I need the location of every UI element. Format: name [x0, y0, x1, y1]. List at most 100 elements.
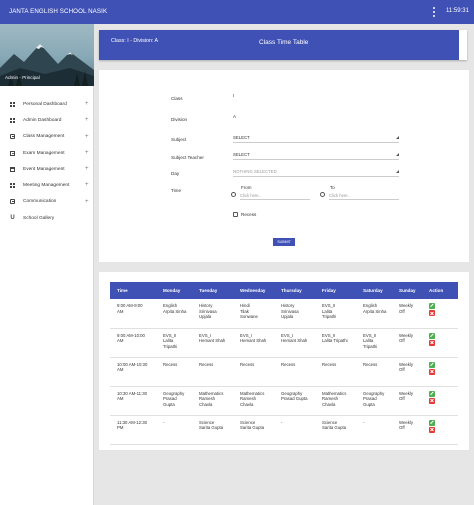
- cell-text: Off: [399, 308, 405, 314]
- cell-text: AM: [117, 308, 124, 314]
- day-select[interactable]: NOTHING SELECTED: [233, 169, 399, 177]
- expand-plus-icon[interactable]: +: [85, 182, 89, 188]
- cell-time: 11:30 AM-12:30 PM: [110, 415, 156, 445]
- class-value: I: [233, 93, 235, 98]
- cell-saturday: -: [356, 415, 392, 445]
- cell-text: Hemant Shah: [240, 338, 267, 344]
- exam-icon: [10, 150, 15, 156]
- cell-sunday: Weekly Off: [392, 386, 422, 416]
- cell-text: Tripathi: [322, 314, 337, 320]
- cell-saturday: English Arpita Sinha: [356, 299, 392, 329]
- more-vert-icon[interactable]: [432, 7, 436, 17]
- cell-wednesday: Recess: [233, 357, 274, 387]
- class-icon: [10, 134, 15, 140]
- cell-text: Off: [399, 425, 405, 431]
- top-app-bar: JANTA ENGLISH SCHOOL NASIK 11:59:31: [0, 0, 474, 24]
- dropdown-caret-icon: [396, 136, 399, 139]
- sidebar-item-class-management[interactable]: Class Management +: [0, 129, 94, 145]
- cell-text: -: [281, 419, 283, 425]
- edit-icon[interactable]: [429, 419, 435, 426]
- to-label: To: [330, 185, 335, 190]
- time-label: Time: [171, 188, 182, 193]
- expand-plus-icon[interactable]: +: [85, 134, 89, 140]
- cell-text: Chavla: [322, 401, 336, 407]
- subject-teacher-select[interactable]: SELECT: [233, 152, 399, 160]
- cell-time: 9:00 AM-10:00 AM: [110, 328, 156, 358]
- day-label: Day: [171, 171, 180, 176]
- cell-monday: EVS_II Lalita Tripathi: [156, 328, 192, 358]
- edit-icon[interactable]: [429, 332, 435, 339]
- cell-text: Prasad Gupta: [281, 396, 308, 402]
- clock-icon: [231, 192, 236, 197]
- delete-icon[interactable]: [429, 397, 435, 404]
- expand-plus-icon[interactable]: +: [85, 166, 89, 172]
- cell-text: Gupta: [363, 401, 375, 407]
- sidebar-item-event-management[interactable]: Event Management +: [0, 161, 94, 177]
- cell-thursday: Geography Prasad Gupta: [274, 386, 315, 416]
- table-header-row: Time Monday Tuesday Wednesday Thursday F…: [110, 282, 458, 299]
- expand-plus-icon[interactable]: +: [85, 101, 89, 107]
- cell-thursday: -: [274, 415, 315, 445]
- cell-thursday: Recess: [274, 357, 315, 387]
- cell-saturday: EVS_II Lalita Tripathi: [356, 328, 392, 358]
- expand-plus-icon[interactable]: +: [85, 150, 89, 156]
- cell-friday: EVS_II Lalita Tripathi: [315, 328, 356, 358]
- cell-text: AM: [117, 367, 124, 373]
- cell-tuesday: History Srinivasa Upjala: [192, 299, 233, 329]
- action-buttons: [429, 332, 456, 346]
- cell-text: PM: [117, 425, 124, 431]
- expand-plus-icon[interactable]: +: [85, 199, 89, 205]
- gallery-icon: U: [10, 214, 15, 221]
- sidebar-item-meeting-management[interactable]: Meeting Management +: [0, 177, 94, 193]
- edit-icon[interactable]: [429, 390, 435, 397]
- cell-text: Tripathi: [363, 343, 378, 349]
- edit-icon[interactable]: [429, 303, 435, 309]
- delete-icon[interactable]: [429, 426, 435, 433]
- cell-text: -: [363, 419, 365, 425]
- cell-monday: Recess: [156, 357, 192, 387]
- cell-text: Recess: [281, 361, 296, 367]
- from-time-input[interactable]: Click here..: [240, 192, 310, 200]
- sidebar-item-communication[interactable]: Communication +: [0, 194, 94, 210]
- delete-icon[interactable]: [429, 339, 435, 346]
- cell-monday: English Arpita Sinha: [156, 299, 192, 329]
- cell-text: Recess: [199, 361, 214, 367]
- subject-select[interactable]: SELECT: [233, 135, 399, 143]
- calendar-icon: [10, 166, 15, 172]
- table-row: 10:30 AM-11:30 AM Geography Prasad Gupta Math…: [110, 386, 458, 416]
- sidebar-item-exam-management[interactable]: Exam Management +: [0, 145, 94, 161]
- cell-text: Upjala: [281, 314, 294, 320]
- sidebar-item-label: Exam Management: [23, 150, 65, 156]
- sidebar-item-admin-dashboard[interactable]: Admin Dashboard +: [0, 112, 94, 128]
- cell-action: [422, 328, 458, 358]
- edit-icon[interactable]: [429, 361, 435, 368]
- to-time-input[interactable]: Click here..: [329, 192, 399, 200]
- user-role-label: Admin - Principal: [5, 75, 40, 80]
- timetable-table: Time Monday Tuesday Wednesday Thursday F…: [110, 282, 458, 445]
- grid-icon: [10, 101, 15, 107]
- sidebar-item-label: Meeting Management: [23, 183, 70, 189]
- dropdown-caret-icon: [396, 153, 399, 156]
- submit-button[interactable]: SUBMIT: [273, 238, 295, 246]
- division-label: Division: [171, 117, 188, 122]
- class-label: Class: [171, 96, 183, 101]
- clock-time: 11:59:31: [446, 8, 469, 14]
- timetable-form: Class I Division A Subject SELECT Subjec…: [99, 70, 469, 262]
- recess-checkbox[interactable]: [233, 212, 238, 217]
- action-buttons: [429, 419, 456, 433]
- cell-text: Off: [399, 338, 405, 344]
- cell-wednesday: Hindi Tilak Sonwane: [233, 299, 274, 329]
- column-header-sunday: Sunday: [392, 282, 422, 299]
- cell-friday: Recess: [315, 357, 356, 387]
- cell-text: -: [163, 419, 165, 425]
- sidebar-item-school-gallery[interactable]: U School Gallery: [0, 210, 94, 226]
- expand-plus-icon[interactable]: +: [85, 117, 89, 123]
- sidebar-item-personal-dashboard[interactable]: Personal Dashboard +: [0, 96, 94, 112]
- delete-icon[interactable]: [429, 310, 435, 316]
- sidebar-item-label: Personal Dashboard: [23, 101, 67, 107]
- cell-wednesday: Mathematics Ramesh Chavla: [233, 386, 274, 416]
- delete-icon[interactable]: [429, 368, 435, 375]
- cell-monday: Geography Prasad Gupta: [156, 386, 192, 416]
- cell-friday: Mathematics Ramesh Chavla: [315, 386, 356, 416]
- table-row: 9:00 AM-10:00 AM EVS_II Lalita Tripathi EVS_I…: [110, 328, 458, 358]
